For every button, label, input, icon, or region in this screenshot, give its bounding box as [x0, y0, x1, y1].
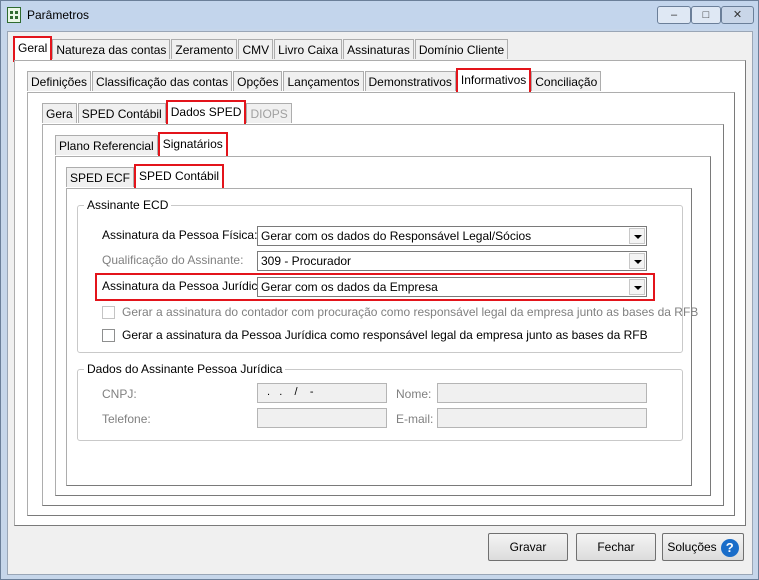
qualificacao-select[interactable]: 309 - Procurador	[257, 251, 647, 271]
calculator-app-icon	[7, 7, 21, 23]
cnpj-label: CNPJ:	[102, 387, 137, 401]
tab-sped-contabil-level3[interactable]: SPED Contábil	[77, 103, 166, 123]
tab-geral[interactable]: Geral	[12, 36, 53, 62]
tab-classificacao-das-contas[interactable]: Classificação das contas	[92, 71, 233, 91]
sped-contabil-panel: Assinante ECD Assinatura da Pessoa Físic…	[66, 188, 698, 486]
chevron-down-icon[interactable]	[629, 253, 645, 269]
tab-lancamentos[interactable]: Lançamentos	[283, 71, 364, 91]
tab-dados-sped[interactable]: Dados SPED	[165, 100, 247, 126]
gravar-button[interactable]: Gravar	[488, 533, 568, 561]
tab-informativos[interactable]: Informativos	[455, 68, 532, 94]
tab-dominio-cliente[interactable]: Domínio Cliente	[414, 39, 509, 59]
assinante-ecd-group: Assinante ECD Assinatura da Pessoa Físic…	[77, 198, 698, 353]
qualificacao-select-value: 309 - Procurador	[261, 254, 352, 268]
tab-sped-contabil-level5[interactable]: SPED Contábil	[134, 164, 225, 190]
pj-label: Assinatura da Pessoa Jurídica:	[102, 279, 268, 293]
tab-signatarios[interactable]: Signatários	[157, 132, 228, 158]
dados-sped-panel: Plano Referencial Signatários SPED ECF S…	[42, 124, 724, 506]
tab-sped-ecf[interactable]: SPED ECF	[66, 167, 135, 187]
cnpj-field[interactable]: . . / -	[257, 383, 387, 403]
window-title: Parâmetros	[27, 8, 90, 22]
informativos-panel: Gera SPED Contábil Dados SPED DIOPS Plan…	[27, 92, 735, 516]
telefone-field[interactable]	[257, 408, 387, 428]
pj-select-value: Gerar com os dados da Empresa	[261, 280, 438, 294]
tab-definicoes[interactable]: Definições	[27, 71, 92, 91]
solucoes-button[interactable]: Soluções?	[662, 533, 744, 561]
chevron-down-icon[interactable]	[629, 228, 645, 244]
minimize-button[interactable]: –	[657, 6, 691, 24]
tab-gera[interactable]: Gera	[42, 103, 77, 123]
dados-assinante-pj-group: Dados do Assinante Pessoa Jurídica CNPJ:…	[77, 362, 683, 441]
tab-plano-referencial[interactable]: Plano Referencial	[55, 135, 158, 155]
chk-pessoa-juridica-label: Gerar a assinatura da Pessoa Jurídica co…	[122, 328, 648, 342]
telefone-label: Telefone:	[102, 412, 151, 426]
tab-livro-caixa[interactable]: Livro Caixa	[274, 39, 343, 59]
pf-select[interactable]: Gerar com os dados do Responsável Legal/…	[257, 226, 647, 246]
help-icon: ?	[720, 538, 739, 557]
tab-conciliacao[interactable]: Conciliação	[531, 71, 602, 91]
tab-demonstrativos[interactable]: Demonstrativos	[364, 71, 456, 91]
signatarios-panel: SPED ECF SPED Contábil Assinante ECD Ass…	[55, 156, 711, 496]
title-bar: Parâmetros – □ ✕	[1, 1, 758, 29]
maximize-button[interactable]: □	[691, 6, 721, 24]
chk-contador-procuracao[interactable]	[102, 306, 115, 319]
parametros-window: Parâmetros – □ ✕ Geral Natureza das cont…	[0, 0, 759, 580]
dialog-client-area: Geral Natureza das contas Zeramento CMV …	[7, 31, 753, 575]
tab-zeramento[interactable]: Zeramento	[171, 39, 238, 59]
nome-label: Nome:	[396, 387, 432, 401]
solucoes-label: Soluções	[667, 540, 717, 554]
level4-tabs: Plano Referencial Signatários	[55, 132, 228, 158]
nome-field[interactable]	[437, 383, 647, 403]
close-button[interactable]: ✕	[721, 6, 754, 24]
tab-natureza-das-contas[interactable]: Natureza das contas	[52, 39, 171, 59]
email-field[interactable]	[437, 408, 647, 428]
fechar-button[interactable]: Fechar	[576, 533, 656, 561]
level3-tabs: Gera SPED Contábil Dados SPED DIOPS	[42, 100, 293, 126]
pj-select[interactable]: Gerar com os dados da Empresa	[257, 277, 647, 297]
tab-diops: DIOPS	[246, 103, 292, 123]
chk-pessoa-juridica[interactable]	[102, 329, 115, 342]
geral-panel: Definições Classificação das contas Opçõ…	[14, 60, 746, 526]
email-label: E-mail:	[396, 412, 434, 426]
pf-label: Assinatura da Pessoa Física:	[102, 228, 258, 242]
chevron-down-icon[interactable]	[629, 279, 645, 295]
dados-assinante-pj-label: Dados do Assinante Pessoa Jurídica	[84, 362, 286, 376]
chk-contador-procuracao-label: Gerar a assinatura do contador com procu…	[122, 305, 699, 319]
qualificacao-label: Qualificação do Assinante:	[102, 253, 244, 267]
tab-opcoes[interactable]: Opções	[233, 71, 283, 91]
level5-tabs: SPED ECF SPED Contábil	[66, 164, 225, 190]
tab-assinaturas[interactable]: Assinaturas	[343, 39, 414, 59]
assinante-ecd-label: Assinante ECD	[84, 198, 172, 212]
main-tabs: Geral Natureza das contas Zeramento CMV …	[12, 36, 509, 62]
level2-tabs: Definições Classificação das contas Opçõ…	[27, 68, 602, 94]
tab-cmv[interactable]: CMV	[238, 39, 274, 59]
pf-select-value: Gerar com os dados do Responsável Legal/…	[261, 229, 532, 243]
